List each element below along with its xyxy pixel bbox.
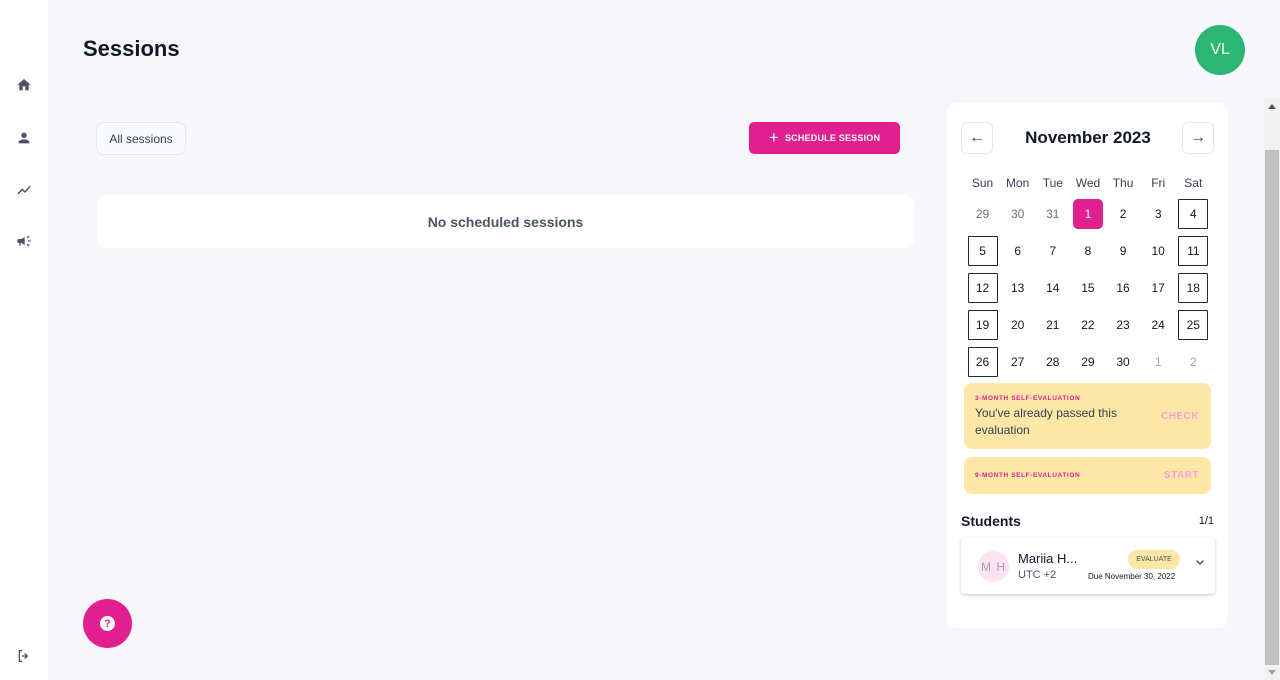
calendar-day[interactable]: 14 xyxy=(1038,273,1068,303)
help-button[interactable]: ? xyxy=(83,599,132,648)
student-due-date: Due November 30, 2022 xyxy=(1088,572,1176,581)
calendar-day[interactable]: 15 xyxy=(1073,273,1103,303)
calendar-day[interactable]: 11 xyxy=(1178,235,1209,266)
calendar-day[interactable]: 4 xyxy=(1178,198,1209,229)
all-sessions-filter[interactable]: All sessions xyxy=(96,122,186,155)
user-avatar[interactable]: VL xyxy=(1195,25,1245,75)
calendar-grid: Sun Mon Tue Wed Thu Fri Sat 29 30 31 1 2… xyxy=(965,171,1211,380)
calendar-day[interactable]: 2 xyxy=(1108,199,1138,229)
calendar-week: 26 27 28 29 30 1 2 xyxy=(965,343,1211,380)
evaluation-text: You've already passed this evaluation xyxy=(975,406,1117,437)
check-evaluation-button[interactable]: CHECK xyxy=(1161,411,1199,422)
calendar-day[interactable]: 25 xyxy=(1178,309,1209,340)
calendar-panel: ← November 2023 → Sun Mon Tue Wed Thu Fr… xyxy=(947,102,1228,628)
schedule-session-label: SCHEDULE SESSION xyxy=(784,133,881,143)
person-icon[interactable] xyxy=(14,128,34,148)
calendar-day[interactable]: 3 xyxy=(1143,199,1173,229)
evaluation-card-3-month: 3-MONTH SELF-EVALUATION You've already p… xyxy=(964,383,1211,449)
empty-message: No scheduled sessions xyxy=(427,213,584,230)
calendar-day[interactable]: 19 xyxy=(967,309,998,340)
calendar-day[interactable]: 9 xyxy=(1108,236,1138,266)
calendar-day[interactable]: 16 xyxy=(1108,273,1138,303)
calendar-week: 19 20 21 22 23 24 25 xyxy=(965,306,1211,343)
weekday-label: Tue xyxy=(1042,176,1063,190)
evaluation-label: 9-MONTH SELF-EVALUATION xyxy=(975,472,1081,479)
evaluate-badge[interactable]: EVALUATE xyxy=(1128,550,1180,569)
calendar-day[interactable]: 23 xyxy=(1108,310,1138,340)
calendar-day[interactable]: 6 xyxy=(1003,236,1033,266)
students-count: 1/1 xyxy=(1198,515,1214,527)
calendar-week: 5 6 7 8 9 10 11 xyxy=(965,232,1211,269)
students-title: Students xyxy=(961,513,1021,529)
weekday-label: Thu xyxy=(1112,176,1134,190)
calendar-day[interactable]: 7 xyxy=(1038,236,1068,266)
student-timezone: UTC +2 xyxy=(1018,569,1057,581)
calendar-day[interactable]: 30 xyxy=(1003,199,1033,229)
scroll-up-arrow-icon[interactable] xyxy=(1268,104,1276,109)
calendar-day[interactable]: 21 xyxy=(1038,310,1068,340)
calendar-day[interactable]: 8 xyxy=(1073,236,1103,266)
evaluation-label: 3-MONTH SELF-EVALUATION xyxy=(975,395,1081,402)
calendar-day[interactable]: 2 xyxy=(1178,347,1208,377)
calendar-day[interactable]: 29 xyxy=(1073,347,1103,377)
calendar-week: 12 13 14 15 16 17 18 xyxy=(965,269,1211,306)
sidebar xyxy=(0,0,48,680)
page-title: Sessions xyxy=(83,36,180,61)
prev-month-button[interactable]: ← xyxy=(961,122,993,154)
plus-icon: + xyxy=(768,128,779,147)
sessions-empty-state: No scheduled sessions xyxy=(97,195,914,248)
calendar-day[interactable]: 26 xyxy=(967,346,998,377)
weekday-label: Mon xyxy=(1006,176,1030,190)
calendar-day[interactable]: 13 xyxy=(1003,273,1033,303)
calendar-day[interactable]: 29 xyxy=(968,199,998,229)
calendar-day[interactable]: 31 xyxy=(1038,199,1068,229)
calendar-day[interactable]: 28 xyxy=(1038,347,1068,377)
evaluation-card-9-month: 9-MONTH SELF-EVALUATION START xyxy=(964,457,1211,494)
student-name: Mariia H... xyxy=(1018,551,1078,566)
trend-icon[interactable] xyxy=(14,180,34,200)
weekday-label: Sat xyxy=(1184,176,1203,190)
calendar-day[interactable]: 20 xyxy=(1003,310,1033,340)
calendar-day[interactable]: 5 xyxy=(967,235,998,266)
month-title: November 2023 xyxy=(1025,128,1151,147)
calendar-day[interactable]: 12 xyxy=(967,272,998,303)
calendar-day[interactable]: 10 xyxy=(1143,236,1173,266)
question-icon: ? xyxy=(100,616,115,631)
calendar-day[interactable]: 22 xyxy=(1073,310,1103,340)
logout-icon[interactable] xyxy=(14,646,34,666)
home-icon[interactable] xyxy=(14,75,34,95)
calendar-week: 29 30 31 1 2 3 4 xyxy=(965,195,1211,232)
weekday-label: Fri xyxy=(1151,176,1166,190)
scrollbar-thumb[interactable] xyxy=(1265,150,1279,665)
student-card[interactable]: M H Mariia H... UTC +2 EVALUATE Due Nove… xyxy=(961,538,1215,594)
calendar-day[interactable]: 17 xyxy=(1143,273,1173,303)
weekday-header: Sun Mon Tue Wed Thu Fri Sat xyxy=(965,171,1211,195)
schedule-session-button[interactable]: + SCHEDULE SESSION xyxy=(749,122,900,154)
calendar-day[interactable]: 1 xyxy=(1143,347,1173,377)
start-evaluation-button[interactable]: START xyxy=(1164,470,1199,481)
scroll-down-arrow-icon[interactable] xyxy=(1268,670,1276,675)
chevron-down-icon[interactable] xyxy=(1194,555,1206,567)
weekday-label: Wed xyxy=(1075,176,1101,190)
calendar-day[interactable]: 24 xyxy=(1143,310,1173,340)
weekday-label: Sun xyxy=(971,176,994,190)
calendar-day-selected[interactable]: 1 xyxy=(1072,198,1103,229)
calendar-day[interactable]: 30 xyxy=(1108,347,1138,377)
next-month-button[interactable]: → xyxy=(1182,122,1214,154)
calendar-day[interactable]: 27 xyxy=(1003,347,1033,377)
megaphone-icon[interactable] xyxy=(14,231,34,251)
calendar-day[interactable]: 18 xyxy=(1178,272,1209,303)
student-avatar: M H xyxy=(978,551,1009,582)
